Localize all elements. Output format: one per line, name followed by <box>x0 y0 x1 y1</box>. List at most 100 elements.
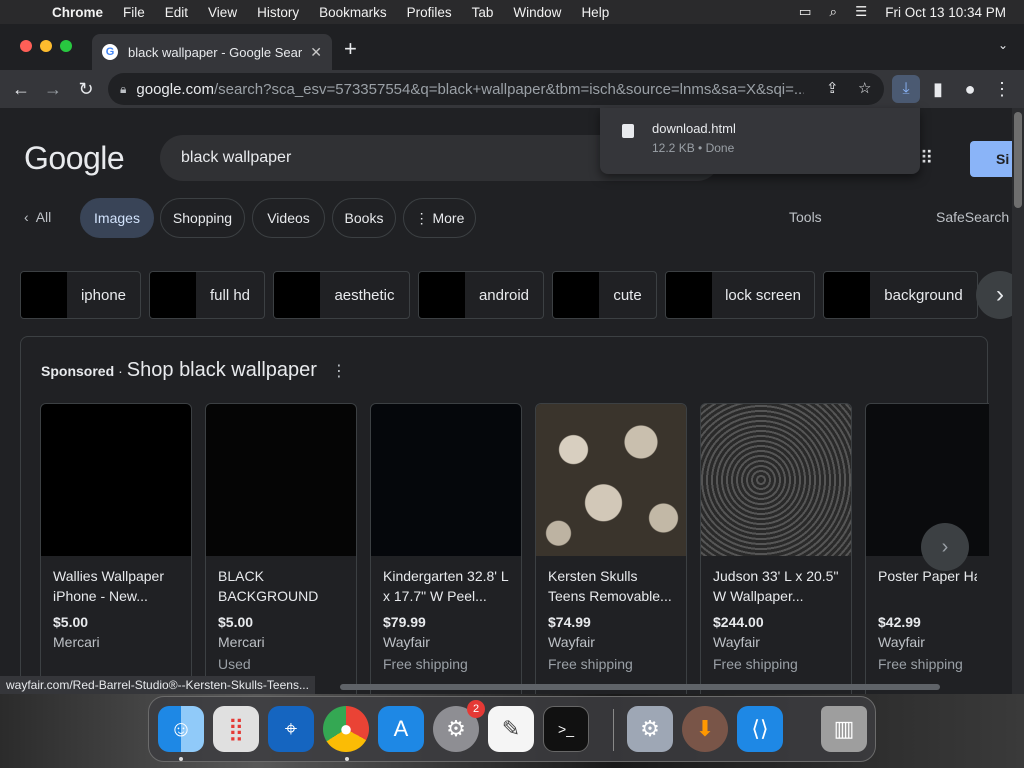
trash-icon[interactable]: ▥ <box>821 706 867 752</box>
product-card[interactable]: Kersten Skulls Teens Removable... $74.99… <box>535 403 687 694</box>
google-apps-grid-icon[interactable]: ⠿ <box>920 148 946 170</box>
related-chip-android[interactable]: android <box>418 271 544 319</box>
system-settings-icon[interactable]: ⚙ 2 <box>433 700 485 752</box>
tab-search-chevron-icon[interactable]: ⌄ <box>998 38 1008 52</box>
product-extra: Free shipping <box>713 656 798 672</box>
window-zoom-button[interactable] <box>60 40 72 52</box>
macos-dock: ☺ ⣿ ⌖ ● A ⚙ 2 ✎ >_ ⚙ ⬇ ⟨⟩ ▥ <box>148 696 876 762</box>
download-filename[interactable]: download.html <box>652 121 736 136</box>
related-label: cute <box>613 286 642 304</box>
google-images-page: Google black wallpaper ⠿ Si ‹ All Images… <box>0 108 1012 694</box>
related-label: full hd <box>209 286 251 304</box>
browser-tab[interactable]: G black wallpaper - Google Sear ✕ <box>92 34 332 70</box>
related-thumbnail <box>419 272 465 318</box>
screen-mirroring-icon[interactable]: ▭ <box>799 4 812 20</box>
chrome-tab-strip: G black wallpaper - Google Sear ✕ + ⌄ <box>0 24 1024 70</box>
window-minimize-button[interactable] <box>40 40 52 52</box>
related-chip-aesthetic[interactable]: aesthetic <box>273 271 410 319</box>
related-label: lock screen <box>725 286 801 304</box>
app-store-icon[interactable]: A <box>378 706 424 752</box>
tools-button[interactable]: Tools <box>789 209 822 225</box>
tab-videos[interactable]: Videos <box>252 198 325 238</box>
finder-icon[interactable]: ☺ <box>158 706 204 752</box>
terminal-icon[interactable]: >_ <box>543 706 589 752</box>
tab-more[interactable]: ⋮ More <box>403 198 476 238</box>
share-icon[interactable]: ⇪ <box>826 79 839 97</box>
vertical-scrollbar-thumb[interactable] <box>1014 112 1022 208</box>
sponsored-shopping-section: Sponsored · Shop black wallpaper ⋮ Walli… <box>20 336 989 694</box>
bookmark-star-icon[interactable]: ☆ <box>858 79 871 97</box>
control-center-icon[interactable]: ☰ <box>855 4 867 20</box>
profile-avatar-icon[interactable]: ● <box>957 76 983 102</box>
product-card[interactable]: Judson 33' L x 20.5" W Wallpaper... $244… <box>700 403 852 694</box>
menu-history[interactable]: History <box>257 5 299 20</box>
download-meta: 12.2 KB • Done <box>652 141 735 155</box>
product-name: Judson 33' L x 20.5" W Wallpaper... <box>713 568 839 604</box>
product-card[interactable]: Kindergarten 32.8' L x 17.7" W Peel... $… <box>370 403 522 694</box>
side-panel-icon[interactable]: ▮ <box>925 76 951 102</box>
related-chip-cute[interactable]: cute <box>552 271 657 319</box>
running-indicator <box>179 757 183 761</box>
address-bar[interactable]: 🔒︎ google.com/search?sca_esv=573357554&q… <box>108 73 884 105</box>
product-seller: Wayfair <box>383 634 430 650</box>
safari-icon[interactable]: ⌖ <box>268 706 314 752</box>
chrome-menu-kebab-icon[interactable]: ⋮ <box>989 76 1015 102</box>
related-chip-iphone[interactable]: iphone <box>20 271 141 319</box>
menu-edit[interactable]: Edit <box>165 5 188 20</box>
menu-app-chrome[interactable]: Chrome <box>52 5 103 20</box>
menu-view[interactable]: View <box>208 5 237 20</box>
horizontal-scrollbar[interactable] <box>340 684 940 690</box>
back-arrow-icon[interactable]: ← <box>8 76 34 102</box>
products-next-chevron-icon[interactable]: › <box>921 523 969 571</box>
product-card[interactable]: BLACK BACKGROUND (24... $5.00 Mercari Us… <box>205 403 357 694</box>
window-close-button[interactable] <box>20 40 32 52</box>
launchpad-icon[interactable]: ⣿ <box>213 706 259 752</box>
product-price: $74.99 <box>548 614 591 630</box>
downloads-icon[interactable]: ⬇ <box>682 706 728 752</box>
related-chip-background[interactable]: background <box>823 271 978 319</box>
reload-icon[interactable]: ↻ <box>73 76 99 102</box>
related-label: aesthetic <box>334 286 395 304</box>
tab-books[interactable]: Books <box>332 198 396 238</box>
sponsored-title: Shop black wallpaper <box>126 359 317 381</box>
menu-window[interactable]: Window <box>513 5 561 20</box>
related-chip-lock-screen[interactable]: lock screen <box>665 271 815 319</box>
related-next-chevron-icon[interactable]: › <box>976 271 1012 319</box>
product-price: $79.99 <box>383 614 426 630</box>
menu-bookmarks[interactable]: Bookmarks <box>319 5 387 20</box>
spotlight-search-icon[interactable]: ⌕ <box>830 4 838 20</box>
download-icon[interactable]: ⤓ <box>892 75 920 103</box>
sponsored-header: Sponsored · Shop black wallpaper ⋮ <box>41 359 347 382</box>
vscode-icon[interactable]: ⟨⟩ <box>737 706 783 752</box>
tab-images[interactable]: Images <box>80 198 154 238</box>
forward-arrow-icon[interactable]: → <box>40 76 66 102</box>
search-filters: ‹ All Images Shopping Videos Books ⋮ Mor… <box>0 198 1012 238</box>
sign-in-button[interactable]: Si <box>970 141 1012 177</box>
tab-shopping[interactable]: Shopping <box>160 198 245 238</box>
menu-profiles[interactable]: Profiles <box>407 5 452 20</box>
sponsored-options-icon[interactable]: ⋮ <box>331 361 347 381</box>
chevron-left-icon: ‹ <box>24 209 29 225</box>
preferences-icon[interactable]: ⚙ <box>627 706 673 752</box>
tab-close-icon[interactable]: ✕ <box>310 44 322 61</box>
menubar-clock[interactable]: Fri Oct 13 10:34 PM <box>885 5 1006 20</box>
product-card[interactable]: Wallies Wallpaper iPhone - New... $5.00 … <box>40 403 192 694</box>
menu-help[interactable]: Help <box>581 5 609 20</box>
macos-menu-bar: Chrome File Edit View History Bookmarks … <box>0 0 1024 24</box>
product-extra: Free shipping <box>383 656 468 672</box>
menu-file[interactable]: File <box>123 5 145 20</box>
menu-tab[interactable]: Tab <box>472 5 494 20</box>
all-results-link[interactable]: ‹ All <box>24 209 51 225</box>
related-label: iphone <box>80 286 127 304</box>
lock-icon[interactable]: 🔒︎ <box>120 82 126 97</box>
google-logo[interactable]: Google <box>24 140 125 177</box>
dock-separator <box>613 709 614 751</box>
chrome-icon[interactable]: ● <box>323 706 369 752</box>
textedit-icon[interactable]: ✎ <box>488 706 534 752</box>
related-chip-full-hd[interactable]: full hd <box>149 271 265 319</box>
url-host: google.com <box>136 80 214 98</box>
download-bubble[interactable]: download.html 12.2 KB • Done <box>600 108 920 174</box>
product-price: $5.00 <box>53 614 89 630</box>
safesearch-button[interactable]: SafeSearch <box>936 209 1009 225</box>
new-tab-plus-icon[interactable]: + <box>344 36 357 62</box>
